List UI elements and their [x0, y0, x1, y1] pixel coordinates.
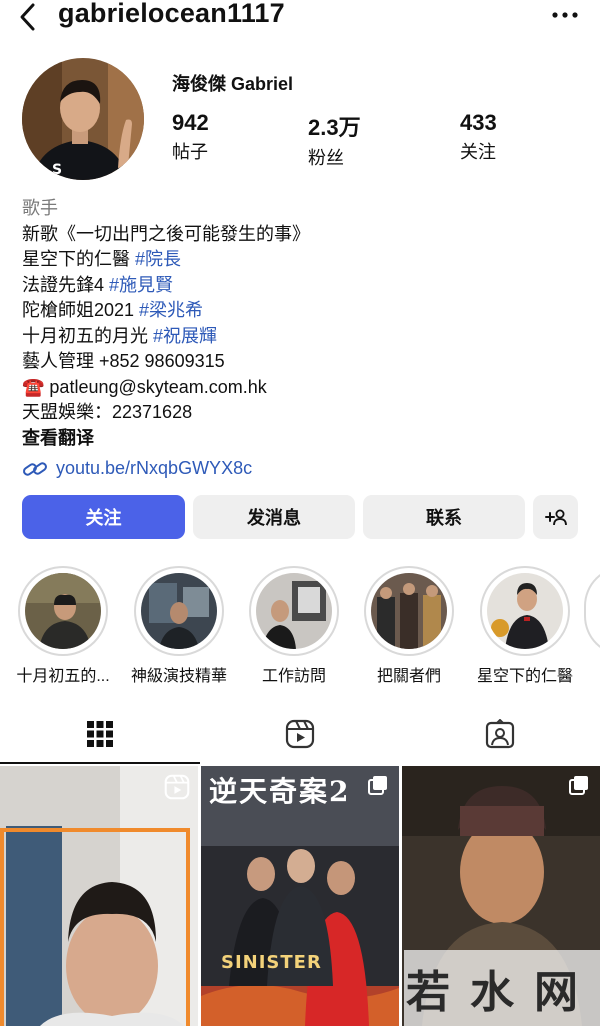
stat-posts[interactable]: 942 帖子	[172, 110, 209, 164]
bio-text: 法證先鋒4	[22, 274, 110, 295]
profile-username: gabrielocean1117	[58, 0, 285, 28]
story-highlight[interactable]: 把關者們	[354, 566, 464, 686]
message-button[interactable]: 发消息	[193, 495, 355, 539]
stat-followers-label: 粉丝	[308, 148, 344, 168]
reel-badge-icon	[164, 774, 190, 800]
profile-tabs	[0, 704, 600, 764]
svg-text:S: S	[52, 162, 62, 178]
tab-posts-grid[interactable]	[0, 704, 200, 764]
hashtag-link[interactable]: #院長	[135, 249, 181, 269]
bio-category: 歌手	[22, 198, 58, 218]
highlight-label: 神級演技精華	[130, 668, 227, 685]
carousel-badge-icon	[368, 776, 387, 795]
post-thumbnail[interactable]	[0, 766, 198, 1026]
external-link[interactable]: youtu.be/rNxqbGWYX8c	[22, 456, 582, 482]
watermark-text: 若水网	[406, 967, 598, 1018]
bio-line: 十月初五的月光 #祝展輝	[22, 324, 582, 350]
bio-line: 星空下的仁醫 #院長	[22, 247, 582, 273]
contact-button[interactable]: 联系	[363, 495, 525, 539]
external-link-text[interactable]: youtu.be/rNxqbGWYX8c	[56, 456, 252, 482]
hashtag-link[interactable]: #祝展輝	[153, 326, 217, 346]
highlight-cover	[487, 573, 563, 649]
avatar[interactable]: S	[22, 58, 144, 180]
bio-line: 陀槍師姐2021 #梁兆希	[22, 298, 582, 324]
highlight-label: 十月初五的...	[16, 668, 110, 685]
story-highlight[interactable]: 神級演技精華	[124, 566, 234, 686]
link-icon	[23, 462, 47, 476]
bio-text: 陀槍師姐2021	[22, 300, 140, 320]
highlight-ring	[364, 566, 454, 656]
bio: 歌手 新歌《一切出門之後可能發生的事》 星空下的仁醫 #院長 法證先鋒4 #施見…	[22, 196, 582, 482]
tagged-icon	[485, 719, 515, 749]
highlight-ring	[134, 566, 224, 656]
tab-tagged[interactable]	[400, 704, 600, 764]
bio-line: ☎️ patleung@skyteam.com.hk	[22, 375, 582, 401]
story-highlight[interactable]: 工作訪問	[239, 566, 349, 686]
reels-icon	[285, 719, 315, 749]
hashtag-link[interactable]: #梁兆希	[139, 300, 203, 320]
chevron-left-icon[interactable]	[14, 2, 44, 32]
stat-followers[interactable]: 2.3万 粉丝	[308, 110, 361, 170]
stat-posts-label: 帖子	[172, 142, 208, 162]
story-highlight[interactable]: 星空下的仁醫	[470, 566, 580, 686]
highlight-cover	[141, 573, 217, 649]
bio-text: 星空下的仁醫	[22, 249, 136, 269]
story-highlight-partial[interactable]	[584, 566, 600, 656]
highlight-ring	[584, 566, 600, 656]
stat-followers-count: 2.3万	[308, 115, 361, 140]
highlight-label: 星空下的仁醫	[476, 668, 573, 685]
highlight-ring	[249, 566, 339, 656]
bio-text: 十月初五的月光	[22, 325, 154, 346]
highlight-ring	[18, 566, 108, 656]
highlight-cover	[25, 573, 101, 649]
poster-subtitle: SINISTER	[221, 952, 322, 973]
bio-email: patleung@skyteam.com.hk	[44, 376, 267, 397]
poster-title: 逆天奇案2	[209, 775, 351, 808]
telephone-icon: ☎️	[22, 376, 45, 397]
top-bar: gabrielocean1117	[0, 0, 600, 36]
post-thumbnail[interactable]: 逆天奇案2 SINISTER	[201, 766, 399, 1026]
grid-icon	[87, 721, 113, 747]
bio-line: 藝人管理 +852 98609315	[22, 351, 225, 371]
highlight-label: 工作訪問	[261, 668, 326, 685]
add-person-button[interactable]	[533, 495, 578, 539]
more-horizontal-icon[interactable]	[550, 2, 580, 28]
highlight-cover	[256, 573, 332, 649]
bio-line: 新歌《一切出門之後可能發生的事》	[22, 223, 310, 244]
highlight-label: 把關者們	[376, 668, 441, 685]
hashtag-link[interactable]: #施見賢	[109, 275, 173, 295]
stat-posts-count: 942	[172, 110, 209, 135]
add-person-icon	[544, 509, 567, 526]
follow-button[interactable]: 关注	[22, 495, 185, 539]
stat-following-count: 433	[460, 110, 497, 135]
bio-line: 天盟娛樂：22371628	[22, 402, 193, 422]
active-tab-indicator	[0, 762, 200, 764]
highlight-ring	[480, 566, 570, 656]
story-highlight[interactable]: 十月初五的...	[8, 566, 118, 686]
tab-reels[interactable]	[200, 704, 400, 764]
see-translation-link[interactable]: 查看翻译	[22, 426, 582, 452]
watermark-logo: 若水网	[404, 950, 600, 1026]
stat-following-label: 关注	[460, 142, 496, 162]
highlight-cover	[371, 573, 447, 649]
carousel-badge-icon	[569, 776, 588, 795]
display-name: 海俊傑 Gabriel	[172, 74, 294, 94]
stat-following[interactable]: 433 关注	[460, 110, 497, 164]
bio-line: 法證先鋒4 #施見賢	[22, 273, 582, 299]
